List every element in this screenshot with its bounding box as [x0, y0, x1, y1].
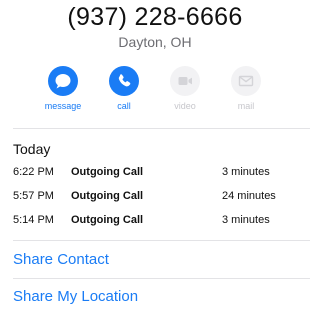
video-camera-icon: [170, 66, 200, 96]
quick-actions: message call video mail: [0, 66, 310, 114]
call-duration: 3 minutes: [222, 166, 270, 178]
divider: [13, 128, 310, 129]
call-label: call: [117, 101, 131, 111]
call-type: Outgoing Call: [71, 190, 144, 202]
message-button[interactable]: message: [33, 66, 93, 112]
call-button[interactable]: call: [94, 66, 154, 112]
envelope-icon: [231, 66, 261, 96]
video-label: video: [174, 101, 196, 111]
contact-details-screen: (937) 228-6666 Dayton, OH message call v…: [0, 0, 310, 310]
caller-location: Dayton, OH: [118, 34, 192, 50]
call-time: 5:14 PM: [13, 214, 54, 226]
share-contact-link[interactable]: Share Contact: [13, 251, 109, 269]
call-type: Outgoing Call: [71, 166, 144, 178]
call-time: 6:22 PM: [13, 166, 54, 178]
phone-icon: [109, 66, 139, 96]
mail-label: mail: [237, 101, 255, 111]
video-button[interactable]: video: [155, 66, 215, 112]
call-duration: 3 minutes: [222, 214, 270, 226]
share-location-link[interactable]: Share My Location: [13, 288, 138, 306]
phone-number: (937) 228-6666: [67, 3, 243, 31]
call-type: Outgoing Call: [71, 214, 144, 226]
message-label: message: [44, 101, 82, 111]
call-history-row: 5:57 PM Outgoing Call 24 minutes: [0, 187, 310, 211]
call-duration: 24 minutes: [222, 190, 276, 202]
call-history-row: 5:14 PM Outgoing Call 3 minutes: [0, 211, 310, 235]
divider: [13, 240, 310, 241]
call-time: 5:57 PM: [13, 190, 54, 202]
mail-button[interactable]: mail: [216, 66, 276, 112]
message-bubble-icon: [48, 66, 78, 96]
divider: [13, 278, 310, 279]
recents-section-label: Today: [13, 141, 51, 157]
call-history-row: 6:22 PM Outgoing Call 3 minutes: [0, 163, 310, 187]
call-history-list: 6:22 PM Outgoing Call 3 minutes 5:57 PM …: [0, 163, 310, 235]
